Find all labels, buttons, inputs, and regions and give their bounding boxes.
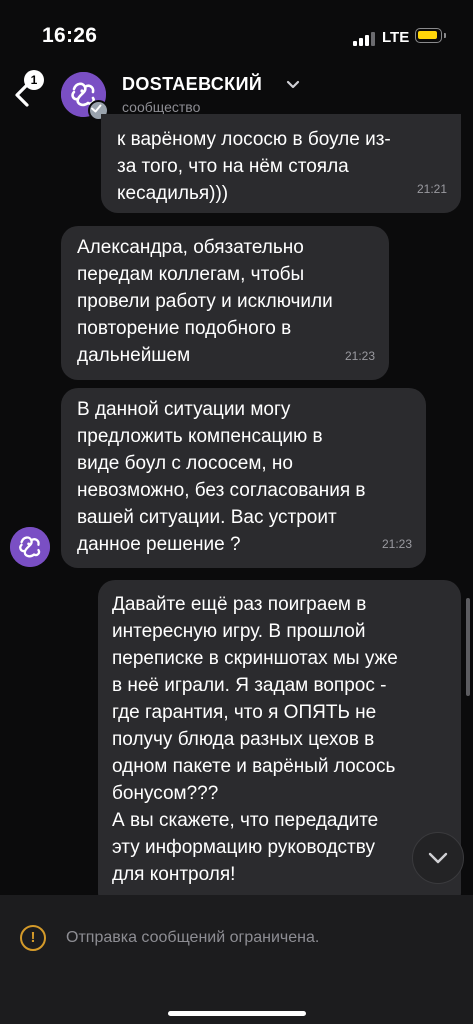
message-text: Александра, обязательно передам коллегам… — [77, 237, 333, 366]
message-bubble-outgoing[interactable]: Давайте ещё раз поиграем в интересную иг… — [98, 580, 461, 910]
sender-avatar[interactable] — [10, 527, 50, 567]
unread-badge: 1 — [24, 70, 44, 90]
message-time: 21:23 — [344, 349, 375, 363]
message-text: В данной ситуации могу предложить компен… — [77, 399, 366, 555]
chevron-down-icon[interactable] — [285, 76, 301, 92]
logo-icon — [10, 527, 50, 567]
message-bubble-incoming[interactable]: Александра, обязательно передам коллегам… — [61, 226, 389, 380]
message-text: к варёному лососю в боуле из- за того, ч… — [117, 129, 391, 204]
message-bubble-outgoing[interactable]: к варёному лососю в боуле из- за того, ч… — [101, 114, 461, 213]
message-bubble-incoming[interactable]: В данной ситуации могу предложить компен… — [61, 388, 426, 568]
warning-icon: ! — [20, 925, 46, 951]
status-bar: 16:26 LTE — [0, 0, 473, 60]
scrollbar[interactable] — [466, 598, 470, 696]
chat-subtitle: сообщество — [122, 99, 201, 115]
scroll-down-button[interactable] — [412, 832, 464, 884]
message-time: 21:23 — [381, 537, 412, 551]
signal-icon — [353, 32, 379, 46]
status-time: 16:26 — [42, 24, 98, 47]
home-indicator[interactable] — [168, 1011, 306, 1016]
chevron-down-icon — [428, 852, 448, 864]
restriction-notice: Отправка сообщений ограничена. — [66, 929, 320, 946]
chat-title[interactable]: DOSTAEВСКИЙ — [122, 74, 262, 95]
network-type: LTE — [382, 29, 410, 46]
composer-restricted-bar: ! Отправка сообщений ограничена. — [0, 895, 473, 1024]
message-time: 21:21 — [416, 182, 447, 196]
battery-icon — [415, 28, 446, 43]
message-text: Давайте ещё раз поиграем в интересную иг… — [112, 594, 398, 885]
